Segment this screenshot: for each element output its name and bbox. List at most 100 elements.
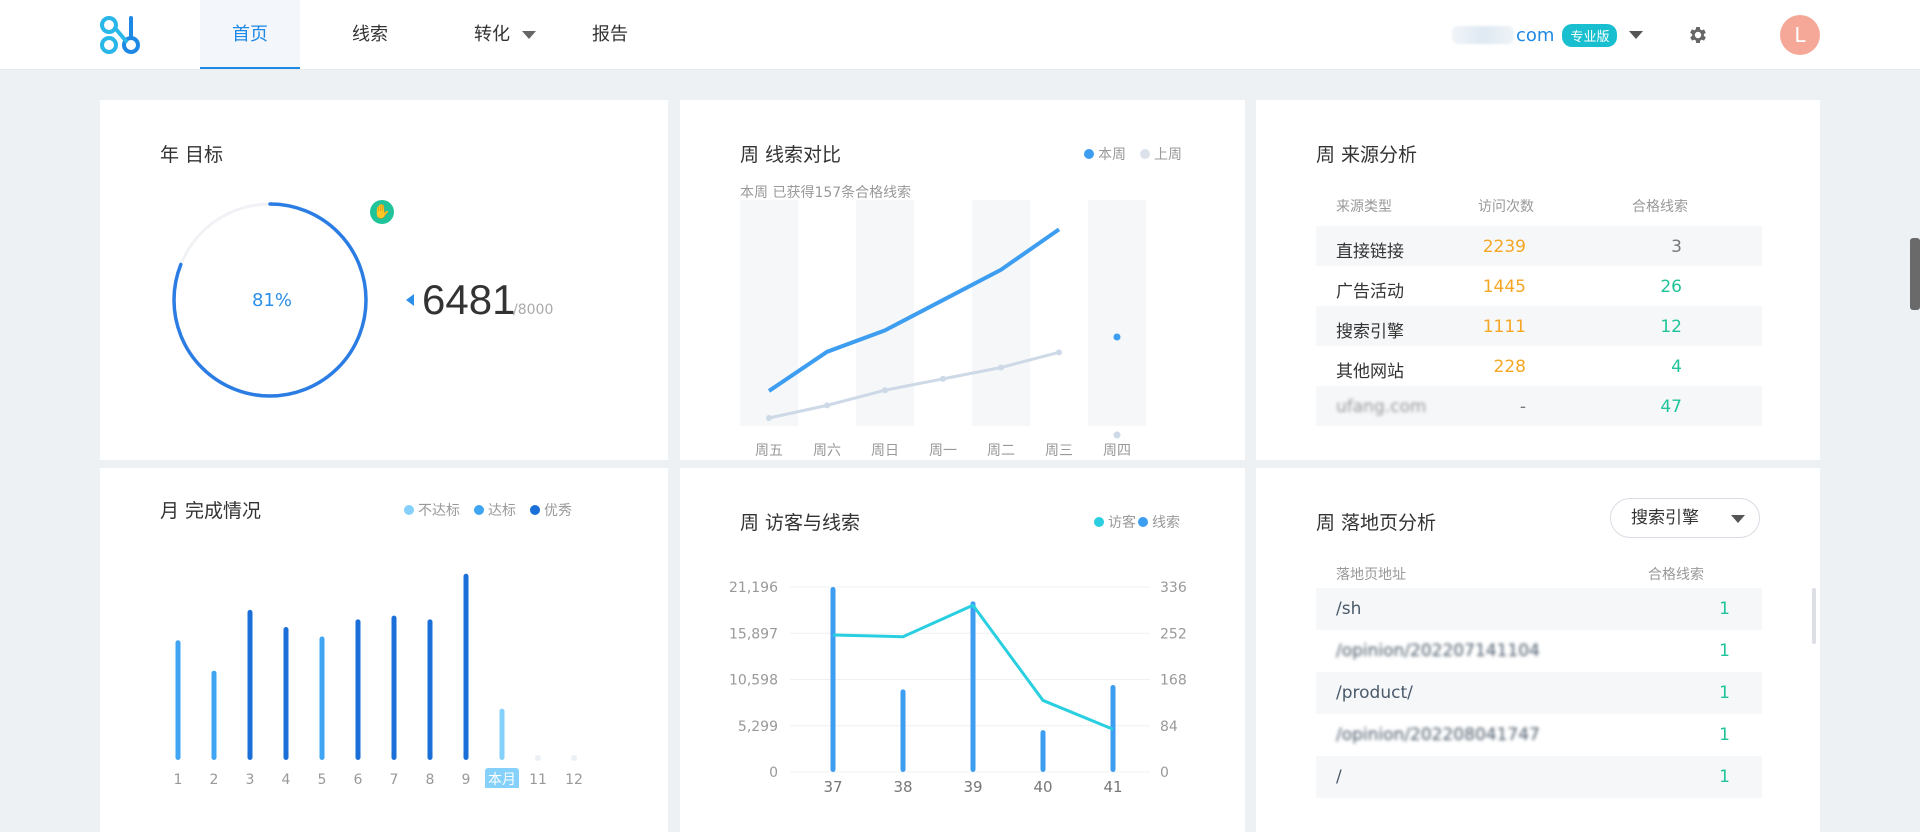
chevron-down-icon <box>1629 31 1644 39</box>
nav-tab-leads-label: 线索 <box>352 24 388 45</box>
visits-cell: 1111 <box>1482 317 1526 337</box>
table-row[interactable]: 其他网站 228 4 <box>1316 346 1762 386</box>
account-switcher[interactable]: com 专业版 <box>1452 22 1644 48</box>
table-row[interactable]: /opinion/202208041747 1 <box>1316 714 1762 756</box>
legend-item-excellent: 优秀 <box>530 500 572 520</box>
legend-dot <box>404 505 414 515</box>
visitors-legend: 访客 线索 <box>1080 512 1180 532</box>
legend-item-leads: 线索 <box>1138 512 1180 532</box>
landing-url-cell: /product/ <box>1336 683 1413 703</box>
x-tick-label: 周日 <box>871 443 899 459</box>
week-leads-subtitle: 本周 已获得157条合格线索 <box>740 185 912 201</box>
leads-cell: 1 <box>1719 641 1730 661</box>
x-tick-label: 周四 <box>1103 443 1131 459</box>
table-row[interactable]: /product/ 1 <box>1316 672 1762 714</box>
source-type-cell: ufang.com <box>1336 397 1427 417</box>
month-bar <box>463 573 469 760</box>
source-filter-value: 搜索引擎 <box>1631 508 1699 528</box>
landing-table: 落地页地址 合格线索 /sh 1 /opinion/202207141104 1… <box>1316 564 1816 804</box>
app-logo-icon[interactable] <box>98 14 142 56</box>
chevron-down-icon <box>1731 515 1745 523</box>
monthly-completion-title: 月 完成情况 <box>160 500 262 522</box>
table-scrollbar[interactable] <box>1812 588 1816 644</box>
leads-bar <box>830 587 836 772</box>
week-leads-card: 周 线索对比 本周 上周 本周 已获得157条合格线索 周五 周六 周日 周一 周二 周三… <box>680 100 1245 460</box>
source-type-cell: 直接链接 <box>1336 242 1404 262</box>
table-row[interactable]: 直接链接 2239 3 <box>1316 226 1762 266</box>
legend-item-this-week: 本周 <box>1084 144 1126 164</box>
monthly-bar-chart: 1 2 3 4 5 6 7 8 9 本月 11 12 <box>174 573 583 788</box>
y-left-tick-label: 15,897 <box>729 626 778 642</box>
monthly-completion-card: 月 完成情况 不达标 达标 优秀 1 2 3 4 5 6 7 8 9 本月 11 12 <box>100 468 668 832</box>
table-row[interactable]: /sh 1 <box>1316 588 1762 630</box>
nav-tab-reports[interactable]: 报告 <box>560 0 660 69</box>
gear-icon[interactable] <box>1687 24 1709 46</box>
visits-cell: 228 <box>1493 357 1526 377</box>
series-point <box>998 364 1004 371</box>
column-header-landing-url: 落地页地址 <box>1336 567 1406 583</box>
page-scrollbar[interactable] <box>1910 238 1920 310</box>
legend-dot <box>1084 149 1094 159</box>
series-point <box>1113 431 1121 439</box>
landing-page-title: 周 落地页分析 <box>1316 512 1437 534</box>
year-goal-target: /8000 <box>513 302 554 318</box>
month-bar <box>283 627 289 760</box>
month-bar <box>427 619 433 760</box>
account-domain: com <box>1516 24 1555 46</box>
legend-dot <box>474 505 484 515</box>
user-avatar[interactable]: L <box>1780 15 1820 55</box>
legend-item-ok: 达标 <box>474 500 516 520</box>
x-tick-label: 8 <box>426 772 435 788</box>
week-leads-title: 周 线索对比 <box>740 144 842 166</box>
legend-label: 达标 <box>488 503 516 519</box>
x-tick-label: 5 <box>318 772 327 788</box>
x-tick-label: 1 <box>174 772 183 788</box>
legend-item-last-week: 上周 <box>1140 144 1182 164</box>
table-row[interactable]: 广告活动 1445 26 <box>1316 266 1762 306</box>
legend-label: 线索 <box>1152 515 1180 531</box>
x-tick-label: 周六 <box>813 443 841 459</box>
month-bar <box>247 609 253 760</box>
week-leads-line-chart: 周五 周六 周日 周一 周二 周三 周四 <box>740 200 1146 459</box>
account-name-redacted <box>1452 26 1514 44</box>
x-tick-label: 周三 <box>1045 443 1073 459</box>
source-filter-select[interactable]: 搜索引擎 <box>1610 498 1760 538</box>
x-tick-label: 周一 <box>929 443 957 459</box>
month-bar <box>391 615 397 760</box>
x-tick-label: 9 <box>462 772 471 788</box>
leads-cell: 1 <box>1719 725 1730 745</box>
month-bar-empty <box>571 755 577 761</box>
chart-column-band <box>972 200 1030 426</box>
table-row[interactable]: 搜索引擎 1111 12 <box>1316 306 1762 346</box>
leads-cell: 1 <box>1719 599 1730 619</box>
leads-cell: 4 <box>1671 357 1682 377</box>
visits-cell: - <box>1519 397 1526 417</box>
source-type-cell: 其他网站 <box>1336 362 1404 382</box>
week-leads-legend: 本周 上周 <box>1070 144 1182 164</box>
nav-tab-reports-label: 报告 <box>592 24 628 45</box>
chart-column-band <box>1088 200 1146 426</box>
legend-dot <box>1094 517 1104 527</box>
source-type-cell: 广告活动 <box>1336 282 1404 302</box>
caret-left-icon <box>406 294 414 306</box>
series-point <box>766 415 772 421</box>
legend-label: 本周 <box>1098 147 1126 163</box>
nav-tab-conversion[interactable]: 转化 <box>440 0 570 69</box>
table-row[interactable]: / 1 <box>1316 756 1762 798</box>
legend-label: 上周 <box>1154 147 1182 163</box>
y-right-tick-label: 84 <box>1160 719 1178 735</box>
column-header-leads: 合格线索 <box>1632 199 1688 215</box>
table-row[interactable]: /opinion/202207141104 1 <box>1316 630 1762 672</box>
leads-bar <box>970 601 976 772</box>
landing-url-cell: /sh <box>1336 599 1362 619</box>
leads-cell: 3 <box>1671 237 1682 257</box>
nav-tab-home[interactable]: 首页 <box>200 0 300 69</box>
series-point <box>1056 349 1062 356</box>
year-goal-card: 年 目标 81% ✋ 6481 /8000 <box>100 100 668 460</box>
nav-tab-leads[interactable]: 线索 <box>320 0 420 69</box>
table-row[interactable]: ufang.com - 47 <box>1316 386 1762 426</box>
source-table: 来源类型 访问次数 合格线索 直接链接 2239 3 广告活动 1445 26 … <box>1316 196 1762 436</box>
leads-cell: 12 <box>1660 317 1682 337</box>
nav-tab-home-label: 首页 <box>232 24 268 45</box>
x-tick-label: 37 <box>823 778 842 796</box>
